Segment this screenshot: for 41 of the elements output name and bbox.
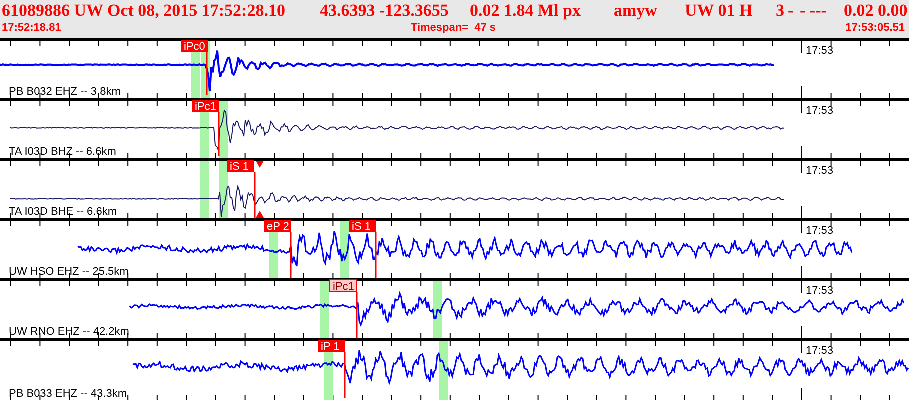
time-label: 17:53 [806, 105, 834, 117]
pick-line [254, 161, 264, 218]
pick-line [290, 232, 292, 278]
station-label: UW RNO EHZ -- 42.2km [9, 326, 130, 338]
pick-flag[interactable]: iS 1 [227, 160, 254, 173]
station-label: TA I03D BHE -- 6.6km [9, 206, 117, 218]
pick-line [356, 292, 358, 338]
time-label: 17:53 [806, 225, 834, 237]
time-label: 17:53 [806, 165, 834, 177]
pick-flag[interactable]: eP 2 [264, 220, 291, 233]
pick-flag[interactable]: iPc0 [181, 40, 208, 53]
station-label: PB B033 EHZ -- 43.3km [9, 388, 127, 400]
pick-line [206, 52, 208, 95]
station-label: PB B032 EHZ -- 3.8km [9, 86, 121, 98]
pick-line [218, 112, 220, 156]
timespan-label: Timespan= 47 s [410, 21, 496, 35]
event-field: 3 [776, 0, 788, 21]
station-label: TA I03D BHZ -- 6.6km [9, 146, 116, 158]
time-window-band [433, 281, 442, 338]
time-window-band [439, 341, 448, 400]
start-time: 17:52:18.81 [2, 21, 62, 35]
end-time: 17:53:05.51 [846, 21, 905, 35]
event-field: 43.6393 -123.3655 [320, 0, 470, 21]
event-field: UW 01 H [685, 0, 776, 21]
pick-flag[interactable]: iPc1 [192, 100, 219, 113]
event-field: amyw [614, 0, 685, 21]
time-label: 17:53 [806, 285, 834, 297]
time-label: 17:53 [806, 345, 834, 357]
pick-flag[interactable]: iS 1 [349, 220, 376, 233]
event-field: 61089886 UW Oct 08, 2015 17:52:28.10 [2, 0, 320, 21]
pick-flag[interactable]: iP 1 [318, 340, 345, 353]
pick-line [344, 352, 346, 398]
event-field: - [788, 0, 800, 21]
time-label: 17:53 [806, 45, 834, 57]
time-window-band [320, 281, 329, 338]
event-field: - --- [800, 0, 844, 21]
time-window-band [200, 161, 209, 218]
station-label: UW HSO EHZ -- 25.5km [9, 266, 129, 278]
event-field: 0.02 1.84 Ml px [470, 0, 614, 21]
pick-line [375, 232, 377, 278]
pick-flag[interactable]: iPc1 [330, 280, 358, 293]
